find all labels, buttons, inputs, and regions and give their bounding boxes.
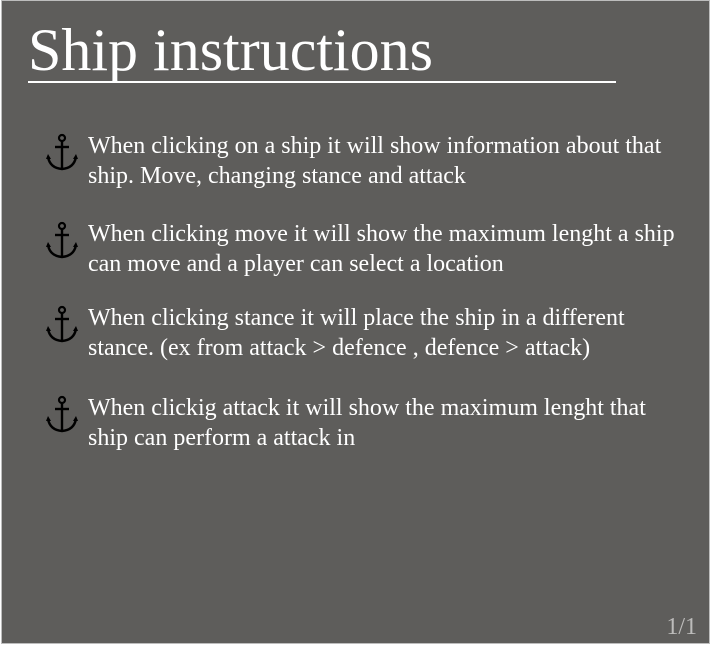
instruction-text: When clickig attack it will show the max… <box>88 395 646 451</box>
anchor-icon <box>46 395 78 433</box>
page-number: 1/1 <box>666 614 697 640</box>
title-underline: Ship instructions <box>28 17 616 83</box>
instruction-text: When clicking on a ship it will show inf… <box>88 133 662 189</box>
instruction-text: When clicking stance it will place the s… <box>88 305 625 361</box>
anchor-icon <box>46 133 78 171</box>
page-title: Ship instructions <box>28 17 434 83</box>
instruction-text: When clicking move it will show the maxi… <box>88 221 675 277</box>
instruction-slide: Ship instructions When clicking on a shi… <box>1 0 710 644</box>
anchor-icon <box>46 221 78 259</box>
anchor-icon <box>46 305 78 343</box>
